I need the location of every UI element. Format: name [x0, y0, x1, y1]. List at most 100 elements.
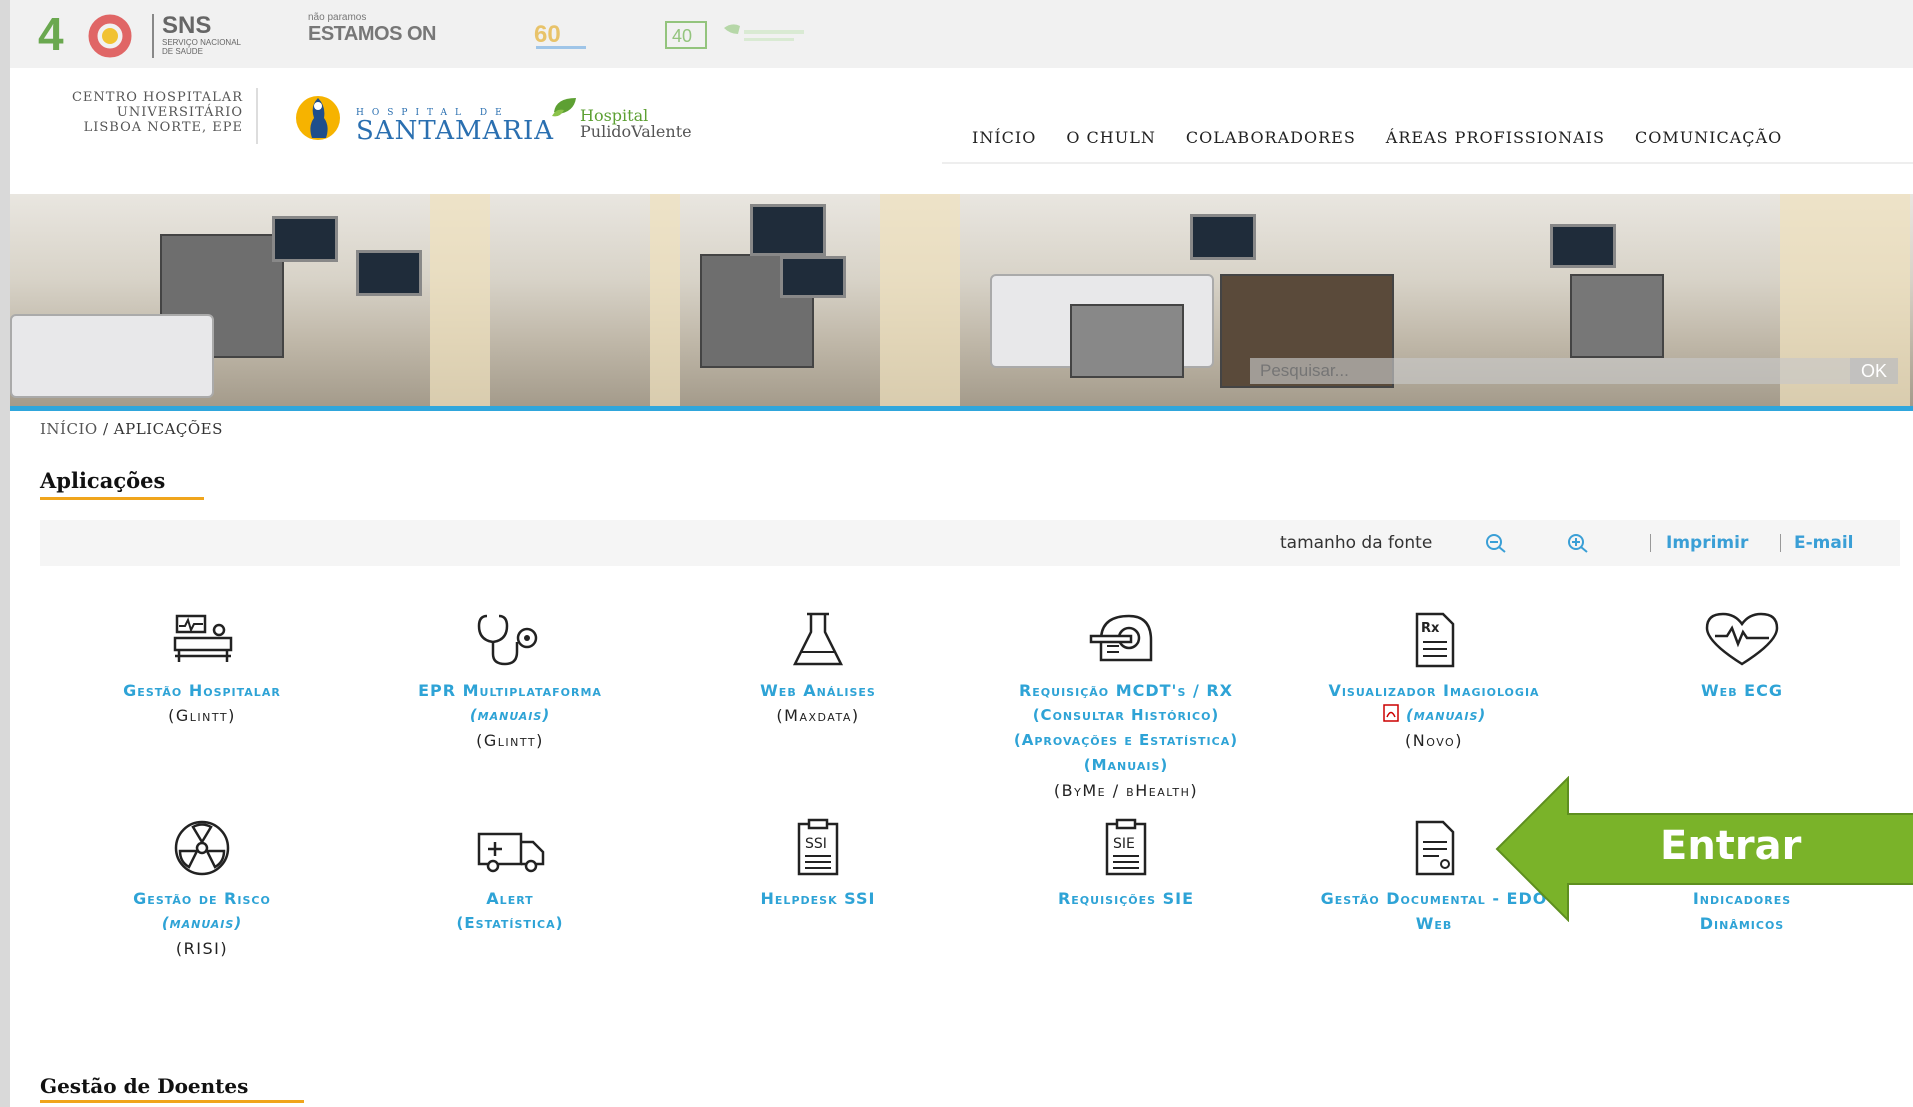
manuais-text: (manuais): [1405, 706, 1487, 724]
page-toolbar: tamanho da fonte Imprimir E-mail: [40, 520, 1900, 566]
heart-ecg-icon[interactable]: [1697, 610, 1787, 670]
search-ok-button[interactable]: OK: [1850, 358, 1898, 384]
app-name[interactable]: Requisição MCDT's / RX: [976, 678, 1276, 703]
40-anos-logo: 4: [38, 10, 132, 58]
estamos-small: não paramos: [308, 12, 367, 23]
app-name[interactable]: Helpdesk SSI: [668, 886, 968, 911]
page-title: Aplicações: [40, 468, 166, 493]
estatistica-link[interactable]: (Estatística): [360, 911, 660, 936]
monitor: [1190, 214, 1256, 260]
app-gestao-hospitalar: Gestão Hospitalar (Glintt): [52, 610, 352, 728]
hospital-bed-icon[interactable]: [157, 610, 247, 670]
toolbar-separator: [1650, 534, 1651, 552]
consultar-historico-link[interactable]: (Consultar Histórico): [976, 703, 1276, 728]
app-epr-multiplataforma: EPR Multiplataforma (manuais) (Glintt): [360, 610, 660, 753]
medical-equipment: [1570, 274, 1664, 358]
ambulance-icon[interactable]: [465, 818, 555, 878]
rx-document-icon[interactable]: Rx: [1389, 610, 1479, 670]
nav-o-chuln[interactable]: O CHULN: [1066, 128, 1156, 147]
app-name[interactable]: Web Análises: [668, 678, 968, 703]
nav-areas-profissionais[interactable]: ÁREAS PROFISSIONAIS: [1386, 128, 1605, 147]
hospital-pulido-valente-logo[interactable]: Hospital PulidoValente: [550, 88, 710, 144]
radiation-icon[interactable]: [157, 818, 247, 878]
monitor: [272, 216, 338, 262]
chln-line-3: LISBOA NORTE, EPE: [83, 120, 243, 135]
print-link[interactable]: Imprimir: [1666, 533, 1748, 553]
app-name[interactable]: Alert: [360, 886, 660, 911]
hero-banner: OK: [10, 194, 1913, 406]
manuais-link[interactable]: (manuais): [360, 703, 660, 728]
60-anos-logo: 60: [534, 21, 586, 49]
app-provider: (ByMe / bHealth): [1053, 781, 1199, 800]
svg-text:60: 60: [534, 21, 561, 48]
nav-colaboradores[interactable]: COLABORADORES: [1186, 128, 1356, 147]
app-provider: (Novo): [1405, 731, 1463, 750]
manuais-link[interactable]: (manuais): [52, 911, 352, 936]
printer: [1070, 304, 1184, 378]
curtain: [430, 194, 490, 406]
curtain: [650, 194, 680, 406]
app-provider: (RISI): [175, 939, 229, 958]
manuais-link[interactable]: (manuais): [1284, 703, 1584, 728]
section-title-gestao-doentes: Gestão de Doentes: [40, 1074, 249, 1098]
app-web-analises: Web Análises (Maxdata): [668, 610, 968, 728]
sns-sub1: SERVIÇO NACIONAL: [162, 38, 241, 47]
sns-sub2: DE SAÚDE: [162, 47, 203, 56]
app-name[interactable]: Requisições SIE: [976, 886, 1276, 911]
aprovacoes-estatistica-link[interactable]: (Aprovações e Estatística): [976, 728, 1276, 753]
pdf-icon: [1382, 704, 1399, 722]
svg-text:Rx: Rx: [1421, 621, 1440, 636]
app-name[interactable]: Gestão de Risco: [52, 886, 352, 911]
search-input[interactable]: [1250, 358, 1870, 384]
nav-comunicacao[interactable]: COMUNICAÇÃO: [1635, 128, 1782, 147]
page: 4 SNS SERVIÇO NACIONAL DE SAÚDE não para…: [10, 0, 1913, 1107]
breadcrumb: INÍCIO / APLICAÇÕES: [40, 420, 223, 438]
zoom-out-icon[interactable]: [1484, 532, 1512, 554]
toolbar-separator: [1780, 534, 1781, 552]
hospital-santa-maria-logo[interactable]: HOSPITAL DE SANTAMARIA: [282, 92, 553, 146]
app-name[interactable]: Web ECG: [1592, 678, 1892, 703]
top-logo-strip: 4 SNS SERVIÇO NACIONAL DE SAÚDE não para…: [10, 0, 1913, 68]
app-name[interactable]: Visualizador Imagiologia: [1284, 678, 1584, 703]
estamos-on-logo: não paramos ESTAMOS ON: [308, 12, 438, 56]
app-gestao-de-risco: Gestão de Risco (manuais) (RISI): [52, 818, 352, 961]
svg-text:SSI: SSI: [805, 836, 827, 852]
pulido-line-2: PulidoValente: [580, 122, 692, 141]
chln-logo[interactable]: CENTRO HOSPITALAR UNIVERSITÁRIO LISBOA N…: [38, 90, 243, 135]
app-helpdesk-ssi: SSI Helpdesk SSI: [668, 818, 968, 911]
leaf-icon: [552, 98, 576, 117]
nav-inicio[interactable]: INÍCIO: [972, 128, 1036, 147]
ct-scanner-icon[interactable]: [1081, 610, 1171, 670]
chln-line-1: CENTRO HOSPITALAR: [71, 90, 243, 105]
svg-text:SIE: SIE: [1113, 836, 1135, 852]
email-link[interactable]: E-mail: [1794, 533, 1854, 553]
enter-label: Entrar: [1660, 823, 1802, 869]
app-name[interactable]: Gestão Hospitalar: [52, 678, 352, 703]
breadcrumb-home[interactable]: INÍCIO: [40, 420, 98, 438]
app-name[interactable]: EPR Multiplataforma: [360, 678, 660, 703]
zoom-in-icon[interactable]: [1566, 532, 1594, 554]
hospital-bed: [10, 314, 214, 398]
svg-text:4: 4: [38, 10, 64, 58]
sie-clipboard-icon[interactable]: SIE: [1081, 818, 1171, 878]
manuais-link[interactable]: (Manuais): [976, 753, 1276, 778]
section-underline: [40, 1100, 304, 1103]
site-header: CENTRO HOSPITALAR UNIVERSITÁRIO LISBOA N…: [10, 68, 1913, 178]
document-icon[interactable]: [1389, 818, 1479, 878]
breadcrumb-current: APLICAÇÕES: [113, 420, 223, 438]
flask-icon[interactable]: [773, 610, 863, 670]
sns-logo: SNS SERVIÇO NACIONAL DE SAÚDE: [152, 14, 282, 58]
app-requisicao-mcdt: Requisição MCDT's / RX (Consultar Histór…: [976, 610, 1276, 803]
hospital-pulido-small-logo: [724, 24, 804, 41]
app-visualizador-imagiologia: Rx Visualizador Imagiologia (manuais) (N…: [1284, 610, 1584, 753]
app-web-ecg: Web ECG: [1592, 610, 1892, 703]
app-provider: (Glintt): [476, 731, 544, 750]
monitor: [1550, 224, 1616, 268]
svg-text:40: 40: [672, 26, 692, 46]
ssi-clipboard-icon[interactable]: SSI: [773, 818, 863, 878]
title-underline: [40, 497, 204, 500]
app-alert: Alert (Estatística): [360, 818, 660, 936]
stethoscope-icon[interactable]: [465, 610, 555, 670]
estamos-big: ESTAMOS ON: [308, 23, 436, 45]
santa-maria-big-text: SANTAMARIA: [356, 116, 555, 146]
